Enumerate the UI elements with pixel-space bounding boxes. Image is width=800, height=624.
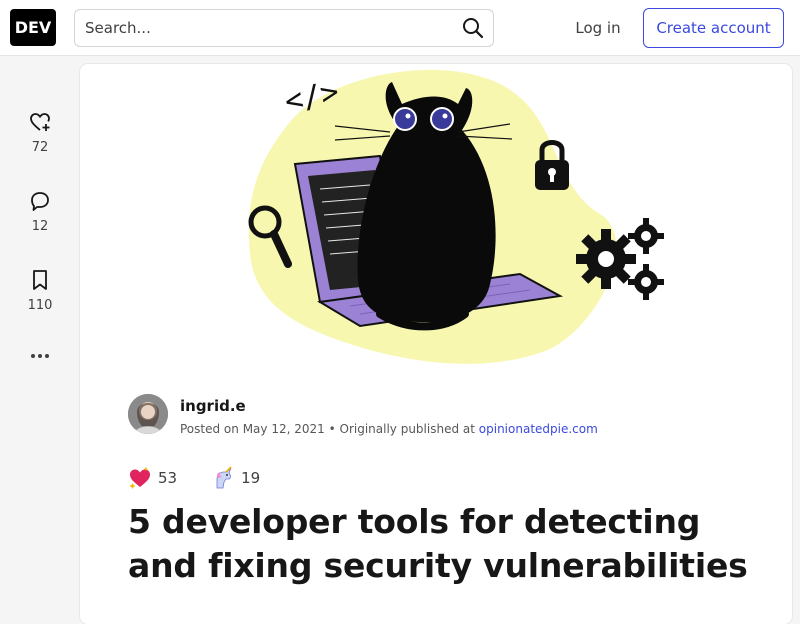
unicorn-count: 19 bbox=[241, 469, 261, 487]
bookmark-icon bbox=[20, 266, 60, 294]
unicorn-icon bbox=[211, 466, 235, 490]
search-input[interactable] bbox=[83, 14, 453, 42]
comment-count: 12 bbox=[31, 219, 49, 234]
sparkle-heart-count: 53 bbox=[158, 469, 178, 487]
author-name[interactable]: ingrid.e bbox=[180, 397, 246, 415]
search-box bbox=[74, 9, 494, 47]
like-action[interactable]: 72 bbox=[20, 108, 60, 155]
posted-prefix: Posted on bbox=[180, 422, 239, 436]
post-meta: Posted on May 12, 2021 • Originally publ… bbox=[180, 422, 598, 436]
unicorn-reaction: 19 bbox=[211, 466, 260, 490]
sparkle-heart-reaction: 53 bbox=[128, 466, 177, 490]
top-header: DEV Log in Create account bbox=[0, 0, 800, 56]
more-actions-button[interactable] bbox=[20, 342, 60, 370]
create-account-button[interactable]: Create account bbox=[643, 8, 784, 48]
article-title: 5 developer tools for detecting and fixi… bbox=[128, 502, 748, 585]
comment-icon bbox=[20, 187, 60, 215]
login-link[interactable]: Log in bbox=[560, 9, 636, 47]
posted-date: May 12, 2021 bbox=[242, 422, 325, 436]
search-icon bbox=[463, 18, 484, 39]
author-avatar[interactable] bbox=[128, 394, 168, 434]
origin-prefix: Originally published at bbox=[339, 422, 475, 436]
cover-image: </> bbox=[248, 69, 664, 364]
meta-separator: • bbox=[328, 422, 336, 436]
heart-plus-icon bbox=[20, 108, 60, 136]
search-button[interactable] bbox=[459, 14, 487, 42]
dev-logo[interactable]: DEV bbox=[10, 9, 56, 46]
origin-link[interactable]: opinionatedpie.com bbox=[479, 422, 598, 436]
article-card: </> ingrid.e Posted on May 12, 2021 • Or… bbox=[80, 64, 792, 624]
more-horizontal-icon bbox=[20, 342, 60, 370]
bookmark-action[interactable]: 110 bbox=[20, 266, 60, 313]
sparkle-heart-icon bbox=[128, 466, 152, 490]
reaction-summary: 53 19 bbox=[128, 466, 294, 490]
like-count: 72 bbox=[31, 140, 49, 155]
bookmark-count: 110 bbox=[27, 298, 53, 313]
comment-action[interactable]: 12 bbox=[20, 187, 60, 234]
